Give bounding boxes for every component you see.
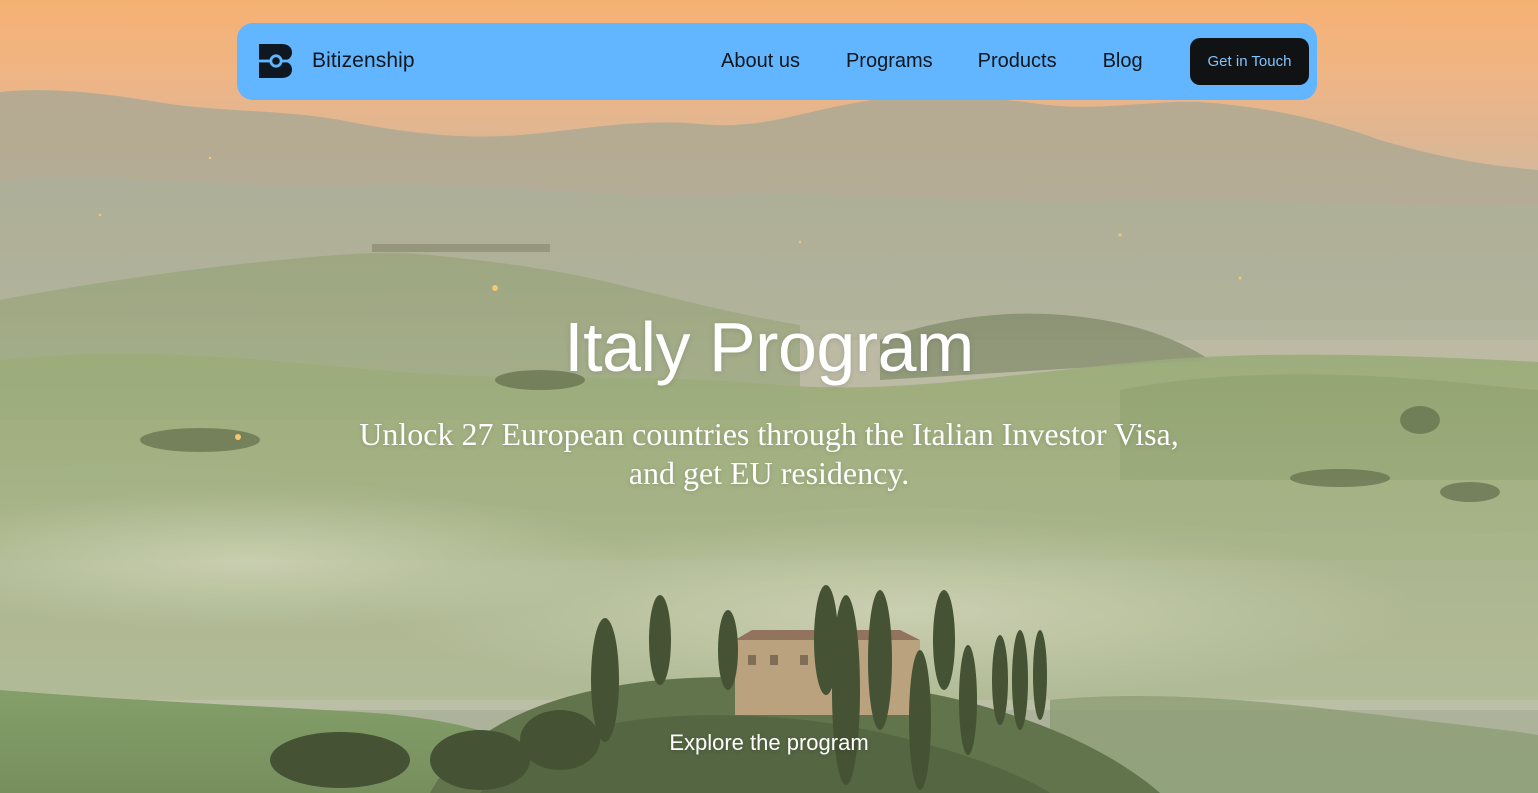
hero-title: Italy Program (564, 308, 974, 386)
hero-background-image (0, 0, 1538, 793)
get-in-touch-button[interactable]: Get in Touch (1190, 38, 1309, 85)
hero-subtitle: Unlock 27 European countries through the… (0, 415, 1538, 493)
explore-program-link[interactable]: Explore the program (0, 730, 1538, 756)
hero-subtitle-line-1: Unlock 27 European countries through the… (359, 416, 1179, 452)
hero-subtitle-line-2: and get EU residency. (628, 455, 910, 491)
hero-section: Bitizenship About us Programs Products B… (0, 0, 1538, 793)
nav-link-products[interactable]: Products (978, 50, 1057, 73)
nav-links: About us Programs Products Blog (721, 23, 1143, 100)
explore-program-label: Explore the program (669, 730, 869, 755)
brand-home-link[interactable]: Bitizenship (259, 44, 415, 78)
bitizenship-logo-icon (259, 44, 293, 78)
nav-link-programs[interactable]: Programs (846, 50, 933, 73)
nav-link-about-us[interactable]: About us (721, 50, 800, 73)
nav-link-blog[interactable]: Blog (1103, 50, 1143, 73)
brand-name: Bitizenship (312, 49, 415, 72)
top-navigation-bar: Bitizenship About us Programs Products B… (237, 23, 1317, 100)
